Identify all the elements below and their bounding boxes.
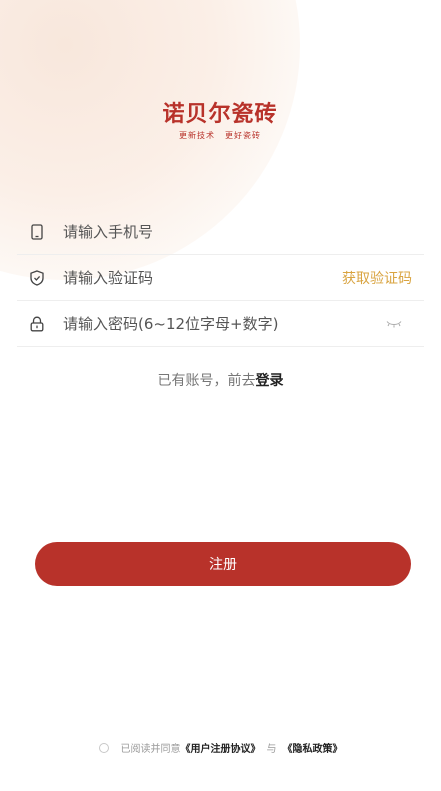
phone-field <box>17 209 424 255</box>
shield-icon <box>29 269 45 286</box>
agreement-row: 已阅读并同意 《用户注册协议》 与 《隐私政策》 <box>0 740 441 755</box>
phone-icon <box>29 223 45 240</box>
login-prompt: 已有账号，前去登录 <box>0 370 441 390</box>
brand-slogan: 更新技术 更好瓷砖 <box>140 130 300 141</box>
code-field: 获取验证码 <box>17 255 424 301</box>
agreement-prefix: 已阅读并同意 <box>120 744 181 755</box>
brand-logo: 诺贝尔瓷砖 更新技术 更好瓷砖 <box>140 96 300 141</box>
password-input[interactable] <box>63 314 386 333</box>
password-field <box>17 301 424 347</box>
register-button[interactable]: 注册 <box>35 542 411 586</box>
slogan-left: 更新技术 <box>179 131 215 140</box>
register-page: 诺贝尔瓷砖 更新技术 更好瓷砖 获取验证码 <box>0 0 441 791</box>
agreement-connector: 与 <box>266 744 277 755</box>
eye-closed-icon[interactable] <box>386 319 402 329</box>
agree-radio[interactable] <box>98 742 109 753</box>
lock-icon <box>29 316 45 332</box>
privacy-policy-link[interactable]: 《隐私政策》 <box>283 740 343 755</box>
code-input[interactable] <box>63 268 342 287</box>
get-code-button[interactable]: 获取验证码 <box>342 268 412 288</box>
brand-name: 诺贝尔瓷砖 <box>162 102 278 127</box>
user-agreement-link[interactable]: 《用户注册协议》 <box>181 740 261 755</box>
slogan-right: 更好瓷砖 <box>225 131 261 140</box>
login-link[interactable]: 登录 <box>256 373 284 389</box>
login-prompt-text: 已有账号，前去 <box>157 373 256 389</box>
phone-input[interactable] <box>63 222 424 241</box>
